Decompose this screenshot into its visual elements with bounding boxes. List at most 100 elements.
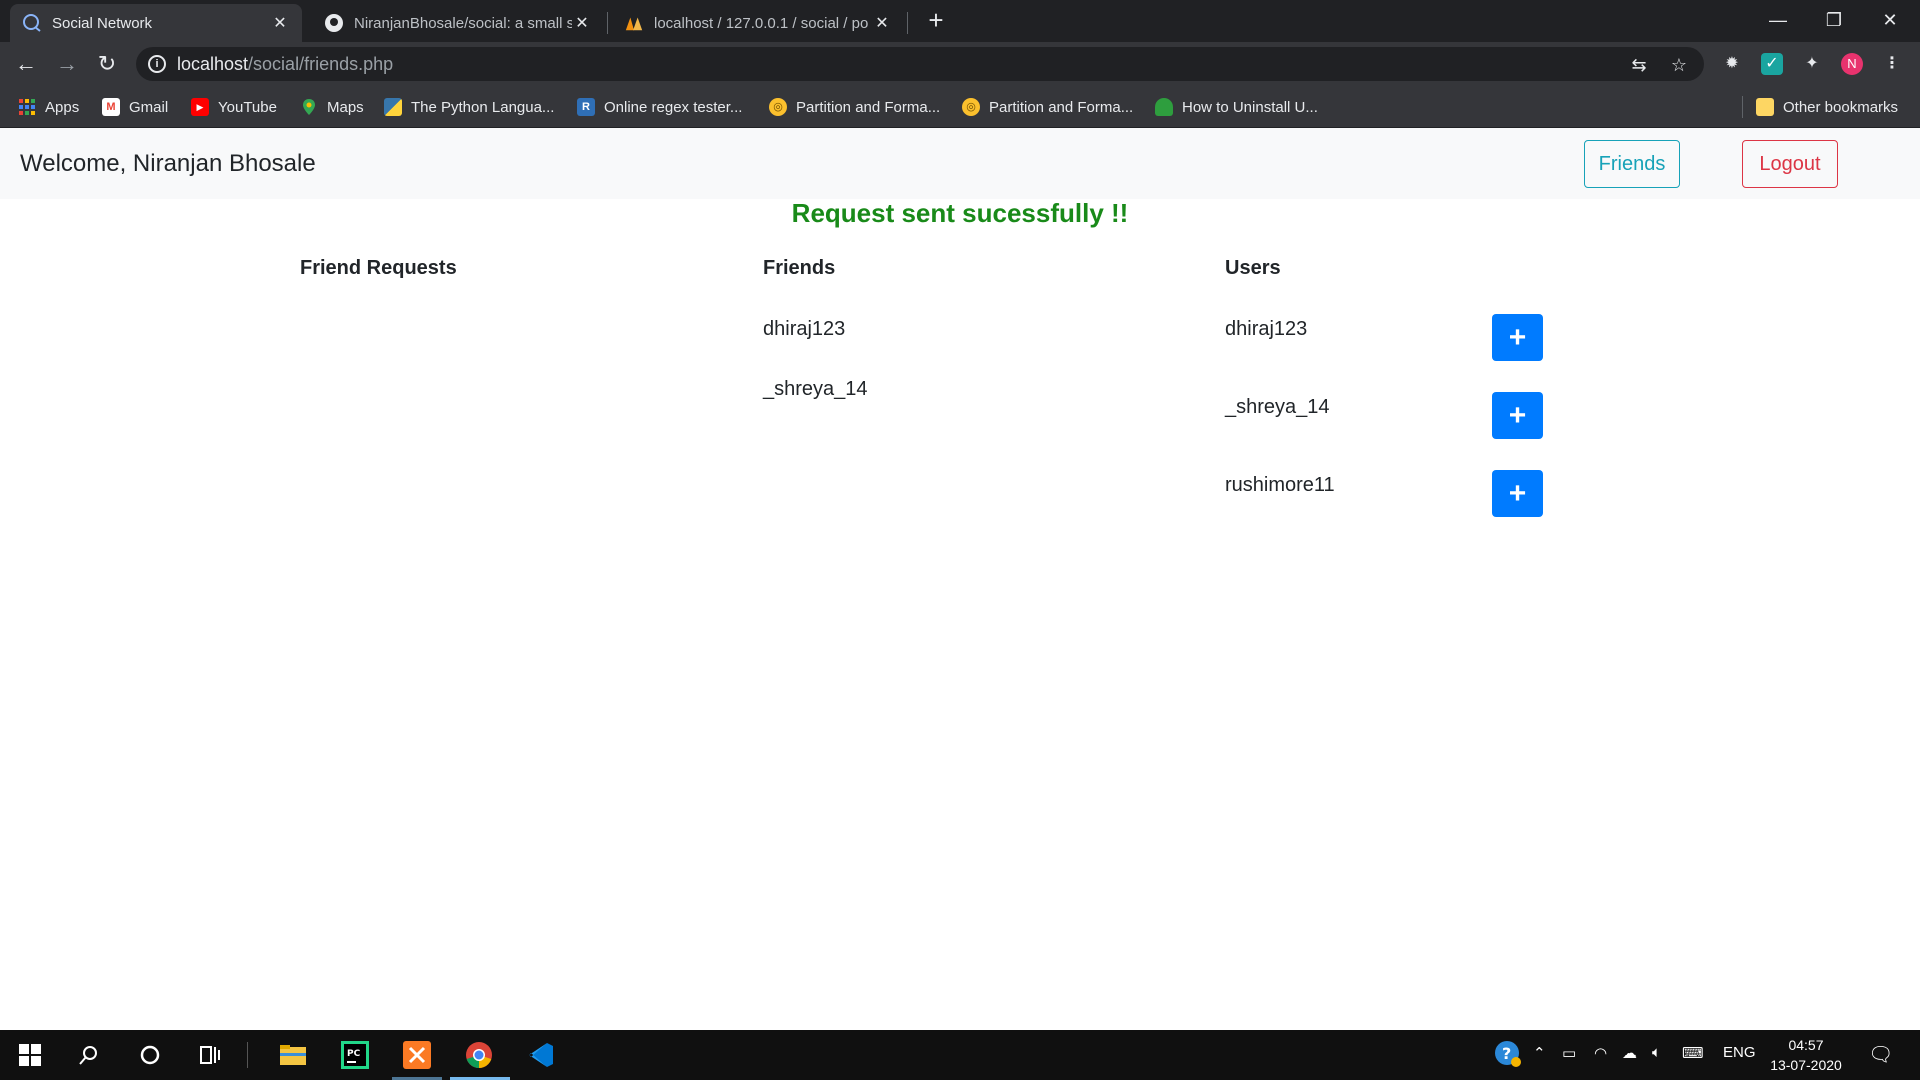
xampp-icon[interactable] <box>400 1038 434 1072</box>
bookmark-gmail[interactable]: M Gmail <box>102 96 168 118</box>
bookmark-apps[interactable]: Apps <box>18 96 79 118</box>
file-explorer-icon[interactable] <box>276 1038 310 1072</box>
bookmark-label: Other bookmarks <box>1783 98 1899 116</box>
add-friend-button[interactable]: + <box>1492 314 1543 361</box>
forward-button[interactable]: → <box>53 50 81 78</box>
keyboard-icon[interactable]: ⌨ <box>1682 1044 1704 1062</box>
vscode-icon[interactable] <box>524 1038 558 1072</box>
windows-taskbar: PC ? ⌃ ▭ ◠ ☁ 🔈︎ ⌨ ENG 04:57 13-07-2020 🗨… <box>0 1030 1920 1080</box>
onedrive-icon[interactable]: ☁ <box>1622 1044 1637 1062</box>
task-view-icon[interactable] <box>193 1038 227 1072</box>
browser-chrome: Social Network ✕ NiranjanBhosale/social:… <box>0 0 1920 128</box>
add-friend-button[interactable]: + <box>1492 470 1543 517</box>
bookmark-label: Partition and Forma... <box>796 98 941 116</box>
friend-item: dhiraj123 <box>763 318 846 340</box>
maps-pin-icon <box>300 98 318 116</box>
info-icon[interactable]: i <box>148 55 166 73</box>
reload-button[interactable]: ↻ <box>93 50 121 78</box>
users-heading: Users <box>1225 257 1281 279</box>
search-icon[interactable] <box>72 1038 106 1072</box>
translate-icon[interactable]: ⇆ <box>1629 55 1649 75</box>
gear-extension-icon[interactable]: ✹ <box>1721 53 1743 75</box>
friend-requests-heading: Friend Requests <box>300 257 457 279</box>
volume-icon[interactable]: 🔈︎ <box>1652 1044 1661 1061</box>
bookmark-regex[interactable]: R Online regex tester... <box>577 96 742 118</box>
bookmark-label: Gmail <box>129 98 169 116</box>
chrome-icon[interactable] <box>462 1038 496 1072</box>
gmail-icon: M <box>102 98 120 116</box>
restore-button[interactable]: ❐ <box>1806 0 1862 40</box>
close-icon[interactable]: ✕ <box>872 13 892 33</box>
menu-icon[interactable]: ⋮ <box>1881 53 1903 75</box>
bookmark-label: Apps <box>45 98 80 116</box>
chevron-up-icon[interactable]: ⌃ <box>1533 1044 1546 1062</box>
windows-start-icon[interactable] <box>13 1038 47 1072</box>
notification-icon[interactable]: 🗨︎ <box>1868 1042 1893 1067</box>
user-item: dhiraj123 <box>1225 318 1308 340</box>
user-item: _shreya_14 <box>1225 396 1330 418</box>
bookmark-python[interactable]: The Python Langua... <box>384 96 554 118</box>
extension-icon[interactable]: ✓ <box>1761 53 1783 75</box>
language-indicator[interactable]: ENG <box>1723 1044 1756 1061</box>
star-icon[interactable]: ☆ <box>1669 55 1689 75</box>
bookmark-uninstall[interactable]: How to Uninstall U... <box>1155 96 1318 118</box>
tab-title: Social Network <box>52 14 153 32</box>
bookmark-label: Partition and Forma... <box>989 98 1134 116</box>
bookmark-label: How to Uninstall U... <box>1182 98 1318 116</box>
person-icon <box>1155 98 1173 116</box>
puzzle-icon[interactable]: ✦ <box>1801 53 1823 75</box>
bookmark-label: Online regex tester... <box>604 98 743 116</box>
url-text[interactable]: localhost/social/friends.php <box>177 54 393 75</box>
tab-separator <box>607 12 608 34</box>
wifi-icon[interactable]: ◠ <box>1594 1044 1607 1062</box>
new-tab-button[interactable]: + <box>922 6 950 34</box>
friend-item: _shreya_14 <box>763 378 868 400</box>
friends-button[interactable]: Friends <box>1584 140 1680 188</box>
user-item: rushimore11 <box>1225 474 1335 496</box>
folder-icon <box>1756 98 1774 116</box>
bookmark-partition-1[interactable]: ◎ Partition and Forma... <box>769 96 940 118</box>
add-friend-button[interactable]: + <box>1492 392 1543 439</box>
tab-title: NiranjanBhosale/social: a small so <box>354 14 572 32</box>
svg-text:PC: PC <box>347 1049 361 1059</box>
help-icon[interactable]: ? <box>1494 1040 1522 1072</box>
bookmark-partition-2[interactable]: ◎ Partition and Forma... <box>962 96 1133 118</box>
python-icon <box>384 98 402 116</box>
bookmark-other[interactable]: Other bookmarks <box>1756 96 1898 118</box>
apps-grid-icon <box>18 98 36 116</box>
close-icon[interactable]: ✕ <box>270 13 290 33</box>
close-icon[interactable]: ✕ <box>572 13 592 33</box>
tab-phpmyadmin[interactable]: localhost / 127.0.0.1 / social / po ✕ <box>612 4 904 42</box>
close-window-button[interactable]: ✕ <box>1862 0 1918 40</box>
tab-github[interactable]: NiranjanBhosale/social: a small so ✕ <box>312 4 604 42</box>
back-button[interactable]: ← <box>12 50 40 78</box>
cortana-icon[interactable] <box>133 1038 167 1072</box>
youtube-icon: ▶ <box>191 98 209 116</box>
bookmark-label: YouTube <box>218 98 277 116</box>
logout-button[interactable]: Logout <box>1742 140 1838 188</box>
address-bar[interactable]: i localhost/social/friends.php ⇆ ☆ <box>136 47 1704 81</box>
bookmark-maps[interactable]: Maps <box>300 96 364 118</box>
site-icon: ◎ <box>769 98 787 116</box>
success-alert: Request sent sucessfully !! <box>791 198 1129 228</box>
battery-icon[interactable]: ▭ <box>1562 1044 1576 1062</box>
site-navbar: Welcome, Niranjan Bhosale Friends Logout <box>0 128 1920 199</box>
bookmark-separator <box>1742 96 1743 118</box>
site-icon: ◎ <box>962 98 980 116</box>
bookmark-youtube[interactable]: ▶ YouTube <box>191 96 277 118</box>
clock[interactable]: 04:57 13-07-2020 <box>1766 1035 1846 1075</box>
regex-icon: R <box>577 98 595 116</box>
minimize-button[interactable]: — <box>1750 0 1806 40</box>
tab-strip: Social Network ✕ NiranjanBhosale/social:… <box>0 0 1920 42</box>
pycharm-icon[interactable]: PC <box>338 1038 372 1072</box>
tab-social-network[interactable]: Social Network ✕ <box>10 4 302 42</box>
welcome-text: Welcome, Niranjan Bhosale <box>20 150 316 177</box>
svg-text:?: ? <box>1502 1044 1511 1063</box>
tab-separator <box>907 12 908 34</box>
chat-bubble-icon <box>22 13 42 33</box>
profile-avatar[interactable]: N <box>1841 53 1863 75</box>
browser-toolbar: ← → ↻ i localhost/social/friends.php ⇆ ☆… <box>0 42 1920 86</box>
clock-date: 13-07-2020 <box>1770 1057 1842 1073</box>
bookmark-label: Maps <box>327 98 364 116</box>
taskbar-separator <box>247 1042 248 1068</box>
